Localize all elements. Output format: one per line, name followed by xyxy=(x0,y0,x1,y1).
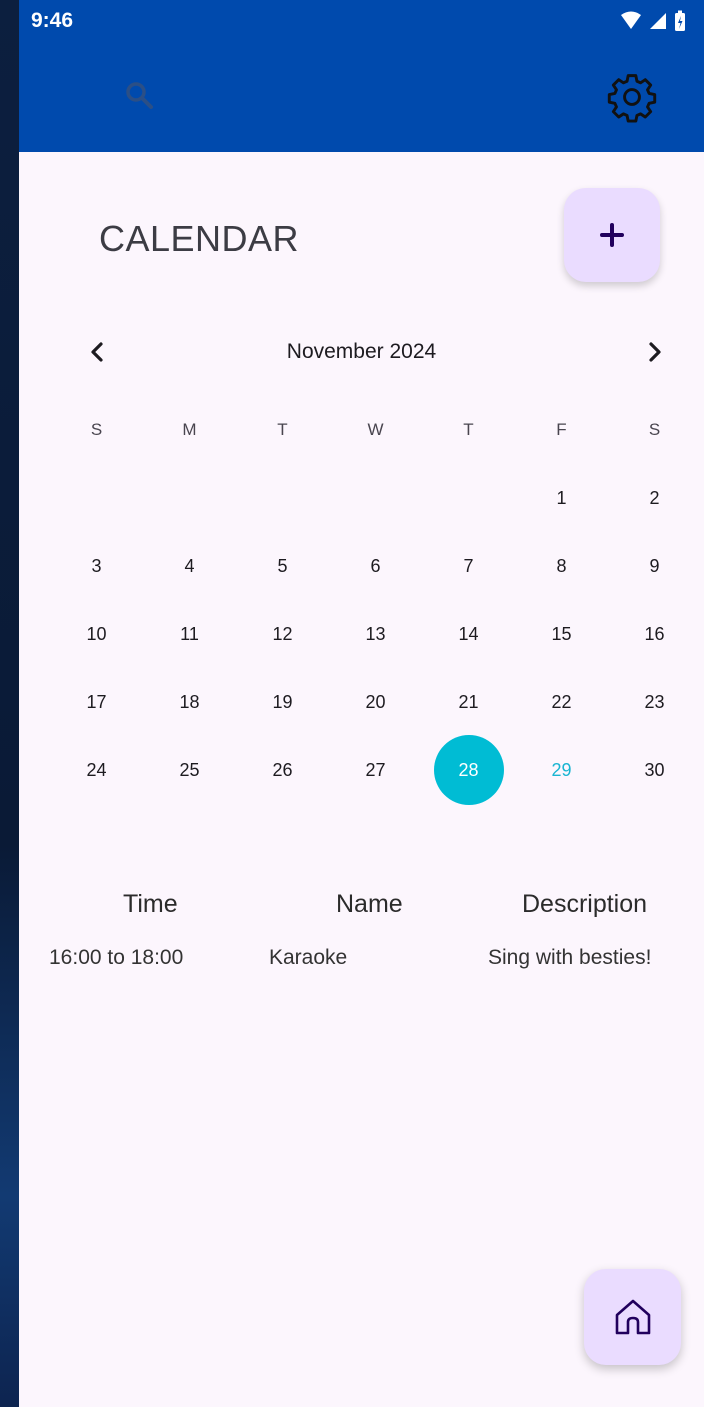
top-app-bar: 9:46 xyxy=(19,0,704,152)
day-cell[interactable]: 23 xyxy=(608,668,701,736)
day-cell[interactable]: 30 xyxy=(608,736,701,804)
day-cell[interactable]: 7 xyxy=(422,532,515,600)
event-description: Sing with besties! xyxy=(488,946,652,969)
day-cell[interactable]: 10 xyxy=(50,600,143,668)
day-cell[interactable]: 3 xyxy=(50,532,143,600)
empty-day-cell xyxy=(422,464,515,532)
day-cell[interactable]: 12 xyxy=(236,600,329,668)
day-cell[interactable]: 19 xyxy=(236,668,329,736)
day-cell[interactable]: 6 xyxy=(329,532,422,600)
day-cell[interactable]: 4 xyxy=(143,532,236,600)
search-button[interactable] xyxy=(122,78,158,114)
event-time: 16:00 to 18:00 xyxy=(49,946,184,969)
day-cell[interactable]: 20 xyxy=(329,668,422,736)
home-button[interactable] xyxy=(584,1269,681,1365)
empty-day-cell xyxy=(329,464,422,532)
week-row: 24 25 26 27 28 29 30 xyxy=(50,735,701,805)
status-icons xyxy=(620,10,686,32)
column-header-time: Time xyxy=(123,890,178,918)
day-cell[interactable]: 1 xyxy=(515,464,608,532)
month-navigation: November 2024 xyxy=(19,336,704,370)
column-header-description: Description xyxy=(522,890,648,918)
page-title: CALENDAR xyxy=(99,218,300,259)
home-icon xyxy=(615,1299,650,1335)
empty-day-cell xyxy=(236,464,329,532)
background-wallpaper xyxy=(0,0,19,1407)
calendar-grid: S M T W T F S 1 2 3 4 5 6 7 8 9 10 11 12… xyxy=(50,396,701,805)
weekday-label: F xyxy=(556,420,567,439)
day-cell[interactable]: 17 xyxy=(50,668,143,736)
weekday-label: T xyxy=(463,420,474,439)
day-cell[interactable]: 9 xyxy=(608,532,701,600)
weekday-label: T xyxy=(277,420,288,439)
plus-icon xyxy=(600,223,624,247)
day-cell[interactable]: 2 xyxy=(608,464,701,532)
day-cell[interactable]: 22 xyxy=(515,668,608,736)
weekday-header-row: S M T W T F S xyxy=(50,396,701,464)
day-cell-selected[interactable]: 28 xyxy=(422,735,515,805)
day-cell[interactable]: 26 xyxy=(236,736,329,804)
settings-button[interactable] xyxy=(605,70,659,124)
week-row: 1 2 xyxy=(50,464,701,532)
day-cell-today[interactable]: 29 xyxy=(515,736,608,804)
column-header-name: Name xyxy=(336,890,403,918)
week-row: 10 11 12 13 14 15 16 xyxy=(50,600,701,668)
event-name: Karaoke xyxy=(269,946,348,969)
weekday-label: M xyxy=(182,420,197,439)
status-time: 9:46 xyxy=(31,9,74,32)
day-cell[interactable]: 16 xyxy=(608,600,701,668)
empty-day-cell xyxy=(143,464,236,532)
day-cell[interactable]: 11 xyxy=(143,600,236,668)
day-cell[interactable]: 24 xyxy=(50,736,143,804)
weekday-label: S xyxy=(648,420,661,439)
weekday-label: W xyxy=(367,420,384,439)
battery-icon xyxy=(675,10,685,31)
next-month-button[interactable] xyxy=(639,336,671,368)
weekday-label: S xyxy=(90,420,103,439)
day-cell[interactable]: 13 xyxy=(329,600,422,668)
wifi-icon xyxy=(621,11,641,29)
empty-day-cell xyxy=(50,464,143,532)
selected-day-label: 28 xyxy=(433,735,504,805)
day-cell[interactable]: 5 xyxy=(236,532,329,600)
day-cell[interactable]: 15 xyxy=(515,600,608,668)
day-cell[interactable]: 8 xyxy=(515,532,608,600)
add-event-button[interactable] xyxy=(564,188,660,282)
gear-icon xyxy=(607,74,657,123)
app-window: 9:46 CALENDAR November 2024 S M T W T F … xyxy=(19,0,704,1407)
day-cell[interactable]: 21 xyxy=(422,668,515,736)
day-cell[interactable]: 25 xyxy=(143,736,236,804)
chevron-right-icon xyxy=(649,342,661,362)
week-row: 3 4 5 6 7 8 9 xyxy=(50,532,701,600)
day-cell[interactable]: 27 xyxy=(329,736,422,804)
week-row: 17 18 19 20 21 22 23 xyxy=(50,668,701,736)
month-label: November 2024 xyxy=(286,340,437,363)
day-cell[interactable]: 18 xyxy=(143,668,236,736)
search-icon xyxy=(126,82,153,109)
day-cell[interactable]: 14 xyxy=(422,600,515,668)
signal-icon xyxy=(650,13,666,29)
